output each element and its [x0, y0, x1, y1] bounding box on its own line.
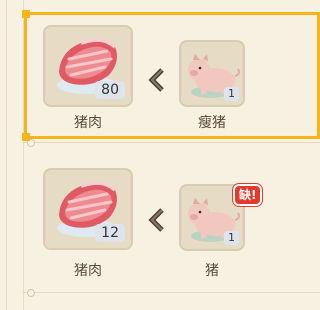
- selection-corner: [22, 133, 30, 141]
- input-item-name: 瘦猪: [198, 115, 226, 131]
- recipe-row[interactable]: 80 猪肉 1 瘦猪: [0, 10, 320, 152]
- chevron-left-icon: [146, 208, 168, 232]
- recipe-row[interactable]: 12 猪肉 1 缺! 猪: [0, 160, 320, 302]
- input-item-name: 猪: [205, 263, 219, 279]
- output-item-slot[interactable]: 80: [43, 25, 133, 107]
- output-item-name: 猪肉: [74, 115, 102, 131]
- item-count: 80: [95, 81, 125, 99]
- input-item-slot[interactable]: 1: [179, 40, 245, 107]
- selection-corner: [22, 10, 30, 18]
- output-item-name: 猪肉: [74, 263, 102, 279]
- item-count: 12: [95, 224, 125, 242]
- missing-badge: 缺!: [233, 184, 263, 206]
- item-count: 1: [224, 231, 239, 245]
- recipe-panel: 80 猪肉 1 瘦猪 12 猪肉 1 缺! 猪: [0, 0, 320, 310]
- output-item-slot[interactable]: 12: [43, 168, 133, 250]
- item-count: 1: [224, 87, 239, 101]
- chevron-left-icon: [146, 68, 168, 92]
